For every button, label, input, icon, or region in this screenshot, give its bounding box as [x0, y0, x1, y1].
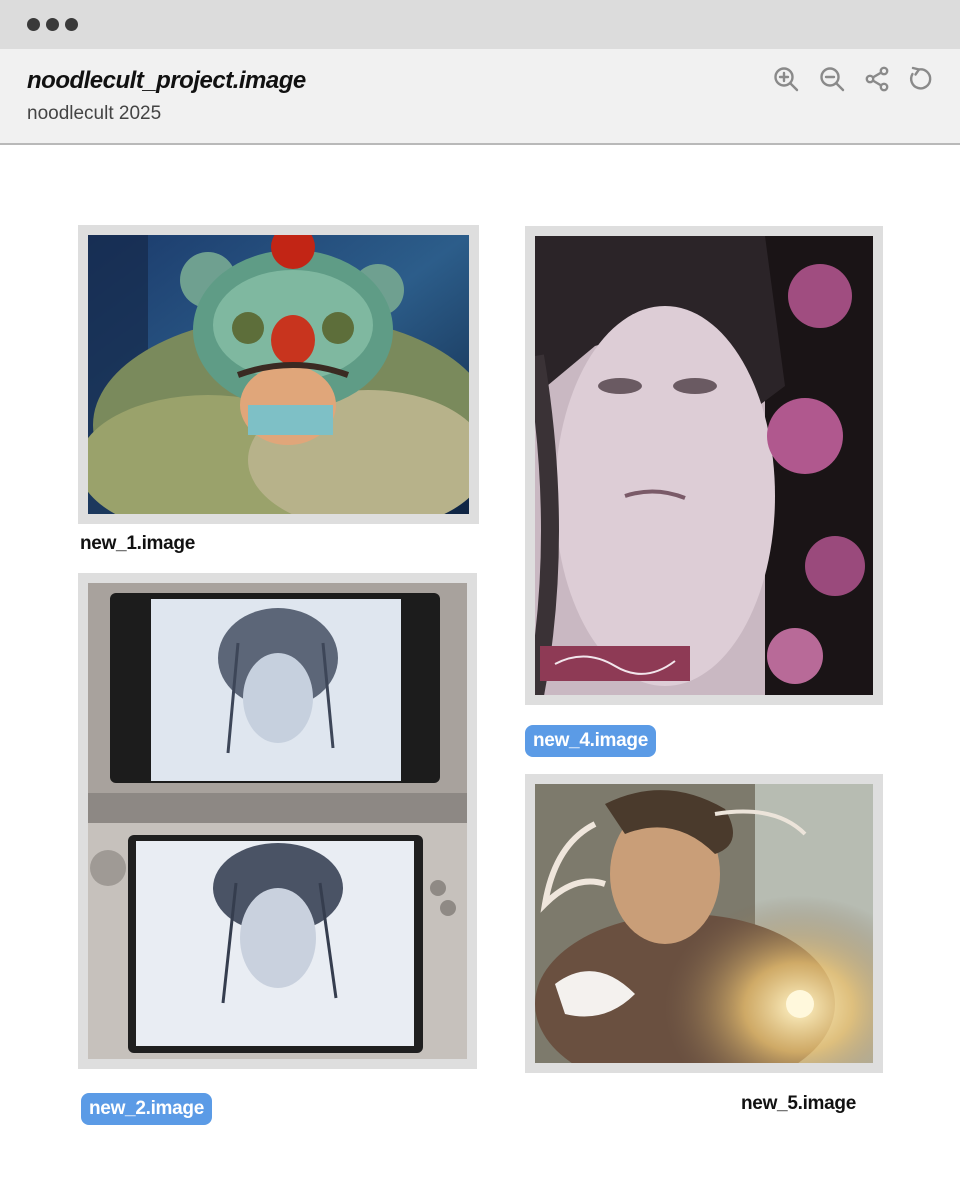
window-dot-close[interactable] — [27, 18, 40, 31]
artwork-console-sketch-photo — [88, 583, 467, 1059]
window-header: noodlecult_project.image noodlecult 2025 — [0, 49, 960, 145]
refresh-icon[interactable] — [907, 65, 935, 93]
zoom-in-icon[interactable] — [772, 65, 800, 93]
image-card-new-4[interactable] — [525, 226, 883, 705]
artwork-flower-portrait — [535, 236, 873, 695]
window-dot-minimize[interactable] — [46, 18, 59, 31]
browser-window: noodlecult_project.image noodlecult 2025 — [0, 0, 960, 1200]
image-caption-new-5: new_5.image — [741, 1093, 856, 1114]
image-card-new-1[interactable] — [78, 225, 479, 524]
image-caption-new-2[interactable]: new_2.image — [81, 1093, 212, 1125]
share-icon[interactable] — [863, 65, 891, 93]
page-subtitle: noodlecult 2025 — [27, 103, 162, 124]
image-card-new-5[interactable] — [525, 774, 883, 1073]
page-title: noodlecult_project.image — [27, 67, 306, 94]
title-bar — [0, 0, 960, 49]
image-caption-new-1: new_1.image — [80, 533, 195, 554]
image-caption-new-4[interactable]: new_4.image — [525, 725, 656, 757]
artwork-bear-hood-portrait — [88, 235, 469, 514]
zoom-out-icon[interactable] — [818, 65, 846, 93]
window-dot-maximize[interactable] — [65, 18, 78, 31]
image-card-new-2[interactable] — [78, 573, 477, 1069]
artwork-glowing-figure — [535, 784, 873, 1063]
